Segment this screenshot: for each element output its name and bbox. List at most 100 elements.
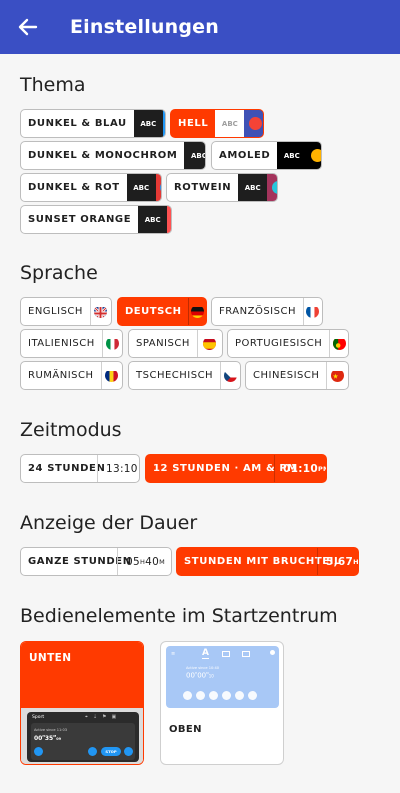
chip-label: HELL [178,118,209,129]
language-chip-7[interactable]: TSCHECHISCH [128,361,241,390]
chip-label: DUNKEL & MONOCHROM [28,150,178,161]
controls-card-top[interactable]: ≡ A Active since 10:40 00H00M10 OBEN [160,641,284,765]
preview-duration: 00H00M10 [186,671,214,680]
flag-fr-icon [306,305,320,318]
chip-label: STUNDEN MIT BRUCHTEIL [184,556,341,567]
arrow-left-icon [18,18,38,36]
section-title-controls: Bedienelemente im Startzentrum [20,605,338,627]
swatch-sample-text: ABC [133,110,163,137]
chip-value: 05 H 40 M [117,548,171,575]
accent-dot-icon [160,181,161,194]
flag-es-icon [203,337,217,350]
flag-pt-icon [332,337,346,350]
swatch-sample-text: ABC [238,174,268,201]
chip-label: DUNKEL & BLAU [28,118,127,129]
text-a-icon: A [202,648,209,659]
info-icon [209,691,218,700]
language-chip-3[interactable]: ITALIENISCH [20,329,123,358]
theme-chip-5[interactable]: ROTWEIN ABC [166,173,278,202]
chip-label: CHINESISCH [253,370,320,381]
chip-label: 24 STUNDEN [28,463,106,474]
pause-icon [88,747,97,756]
replay-icon [222,691,231,700]
flag-ro-icon [105,369,119,382]
theme-chip-3[interactable]: AMOLED ABC [211,141,322,170]
chip-label: 12 STUNDEN · AM & PM [153,463,298,474]
language-chip-4[interactable]: SPANISCH [128,329,223,358]
accent-dot-icon [248,117,262,130]
card-label: OBEN [169,724,202,735]
theme-swatch: ABC [126,174,161,201]
flag-cn-icon [331,369,345,382]
menu-icon: ≡ [171,651,176,657]
duration-chip-whole-hours[interactable]: GANZE STUNDEN 05 H 40 M [20,547,172,576]
clock-icon [34,747,43,756]
swatch-sample-text: ABC [184,142,205,169]
accent-dot-icon [271,181,277,194]
chip-label: FRANZÖSISCH [219,306,296,317]
language-chip-8[interactable]: CHINESISCH [245,361,349,390]
theme-swatch: ABC [184,142,205,169]
theme-swatch: ABC [238,174,277,201]
language-chip-2[interactable]: FRANZÖSISCH [211,297,323,326]
preview-duration: 00H35M09 [34,734,62,742]
flag-uk-icon [94,305,108,318]
chip-label: ROTWEIN [174,182,232,193]
swatch-sample-text: ABC [215,110,245,137]
more-icon [248,691,257,700]
app-bar: Einstellungen [0,0,400,54]
section-title-theme: Thema [20,74,86,96]
chip-label: RUMÄNISCH [28,370,94,381]
theme-chip-2[interactable]: DUNKEL & MONOCHROM ABC [20,141,206,170]
chip-label: SPANISCH [136,338,190,349]
settings-icon [270,650,275,655]
language-chip-6[interactable]: RUMÄNISCH [20,361,123,390]
theme-chip-4[interactable]: DUNKEL & ROT ABC [20,173,162,202]
chip-label: DEUTSCH [125,306,182,317]
back-button[interactable] [0,0,56,54]
timemode-chip-24h[interactable]: 24 STUNDEN 13:10 [20,454,140,483]
stop-icon [196,691,205,700]
section-title-timemode: Zeitmodus [20,419,122,441]
theme-swatch: ABC [215,110,263,137]
page-title: Einstellungen [70,16,219,38]
chip-label: ENGLISCH [28,306,83,317]
flag-de-icon [191,305,205,318]
language-chip-1[interactable]: DEUTSCH [117,297,207,326]
theme-chip-0[interactable]: DUNKEL & BLAU ABC [20,109,166,138]
chip-label: ITALIENISCH [28,338,95,349]
chip-label: AMOLED [219,150,271,161]
accent-dot-icon [310,149,321,162]
theme-chip-6[interactable]: SUNSET ORANGE ABC [20,205,172,234]
swatch-sample-text: ABC [126,174,156,201]
bottom-controls-preview: Sport ⌖⇣⚑▣ Active since 11:03 00H35M09 S… [27,712,139,762]
flag-it-icon [105,337,119,350]
chip-label: GANZE STUNDEN [28,556,132,567]
section-title-duration: Anzeige der Dauer [20,512,198,534]
more-icon [124,747,133,756]
language-chip-0[interactable]: ENGLISCH [20,297,112,326]
theme-swatch: ABC [133,110,165,137]
edit-icon [235,691,244,700]
pause-icon [183,691,192,700]
theme-chip-1[interactable]: HELL ABC [170,109,264,138]
chip-value: 01:10PM [274,455,326,482]
swatch-sample-text: ABC [138,206,168,233]
stop-icon: STOP [101,747,121,756]
chip-value: 13:10 [97,455,139,482]
duration-chip-fractional[interactable]: STUNDEN MIT BRUCHTEIL 5,67 H [176,547,359,576]
list-icon [222,651,230,657]
card-label: UNTEN [29,652,72,664]
theme-swatch: ABC [138,206,171,233]
swatch-sample-text: ABC [277,142,307,169]
top-controls-preview: ≡ A Active since 10:40 00H00M10 [166,646,279,708]
controls-card-bottom[interactable]: UNTEN Sport ⌖⇣⚑▣ Active since 11:03 00H3… [20,641,144,765]
chip-label: PORTUGIESISCH [235,338,323,349]
chip-label: DUNKEL & ROT [28,182,120,193]
section-title-language: Sprache [20,262,98,284]
chip-label: SUNSET ORANGE [28,214,132,225]
chip-value: 5,67 H [317,548,358,575]
calendar-icon [242,651,250,657]
timemode-chip-12h[interactable]: 12 STUNDEN · AM & PM 01:10PM [145,454,327,483]
language-chip-5[interactable]: PORTUGIESISCH [227,329,349,358]
